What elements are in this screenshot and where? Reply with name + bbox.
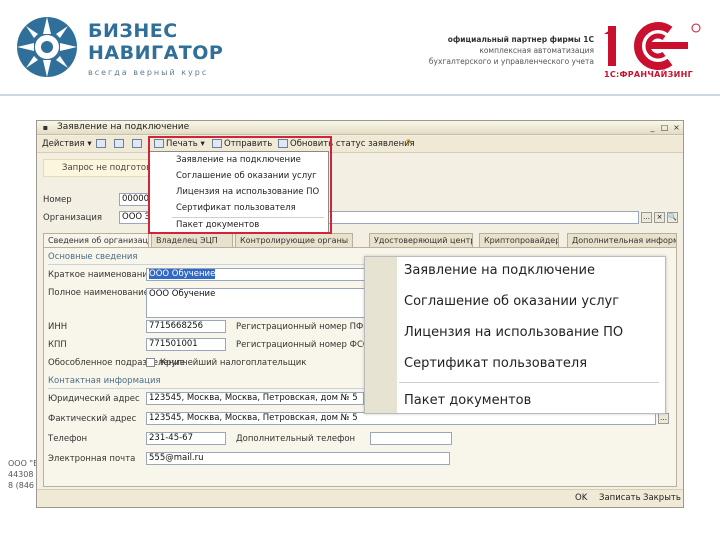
zoomed-menu-callout: Заявление на подключение Соглашение об о… [364,256,666,414]
extra-phone-field[interactable] [370,432,452,445]
logo-slogan: всегда верный курс [88,68,209,77]
organization-open-button[interactable]: 🔍 [667,212,678,223]
kpp-field[interactable]: 771501001 [146,338,226,351]
inn-label: ИНН [48,322,68,332]
tab-ecp-owner[interactable]: Владелец ЭЦП [151,233,233,247]
email-field[interactable]: 555@mail.ru [146,452,450,465]
highlight-frame [148,136,332,234]
logo-line-1: БИЗНЕС [88,20,178,42]
tab-crypto-provider[interactable]: Криптопровайдер [479,233,559,247]
window-button-bar: OK Записать Закрыть [37,489,683,507]
tab-certification-center[interactable]: Удостоверяющий центр [369,233,473,247]
pfr-number-label: Регистрационный номер ПФР [236,322,369,332]
toolbar: Действия ▾ Печать ▾ Отправить Обновить с… [37,136,683,153]
copy-icon[interactable] [111,138,129,151]
largest-taxpayer-checkbox[interactable] [146,358,155,367]
zoom-item-user-certificate[interactable]: Сертификат пользователя [404,356,587,371]
zoom-menu-separator [399,382,659,383]
footer-line-2: 44308 [8,470,34,479]
number-label: Номер [43,195,72,205]
footer-line-1: ООО "Б [8,459,39,468]
franchise-label: 1С:ФРАНЧАЙЗИНГ [604,70,694,79]
window-title: Заявление на подключение [57,122,190,132]
logo-line-2: НАВИГАТОР [88,42,224,64]
zoom-item-service-agreement[interactable]: Соглашение об оказании услуг [404,294,619,309]
tab-additional-info[interactable]: Дополнительная информация [567,233,677,247]
header-divider [0,94,720,96]
partner-line-2: комплексная автоматизация [479,46,594,55]
organization-label: Организация [43,213,102,223]
number-field[interactable]: 000000 [119,193,151,206]
phone-label: Телефон [48,434,88,444]
organization-clear-button[interactable]: × [654,212,665,223]
legal-address-field[interactable]: 123545, Москва, Москва, Петровская, дом … [146,392,364,405]
refresh-icon[interactable] [129,138,147,151]
phone-field[interactable]: 231-45-67 [146,432,226,445]
extra-phone-label: Дополнительный телефон [236,434,356,444]
save-button[interactable]: Записать [599,493,641,503]
short-name-label: Краткое наименование [48,270,154,280]
window-menu-icon[interactable]: ▪ [41,123,50,132]
full-name-field[interactable]: ООО Обучение [146,288,366,318]
company-footer: ООО "Б 44308 8 (846 [8,458,39,491]
fss-number-label: Регистрационный номер ФСС [236,340,369,350]
short-name-field[interactable]: ООО Обучение [146,268,366,281]
close-button[interactable]: Закрыть [643,493,681,503]
zoom-item-application[interactable]: Заявление на подключение [404,263,595,278]
partner-info: официальный партнер фирмы 1С комплексная… [404,34,594,67]
actions-menu-button[interactable]: Действия ▾ [39,138,95,151]
kpp-label: КПП [48,340,67,350]
organization-select-button[interactable]: … [641,212,652,223]
help-button[interactable]: ? [403,138,414,151]
legal-address-label: Юридический адрес [48,394,140,404]
tab-bar: Сведения об организации Владелец ЭЦП Кон… [43,233,677,247]
actual-address-label: Фактический адрес [48,414,137,424]
minimize-icon[interactable]: _ [648,123,657,132]
full-name-label: Полное наименование [48,288,149,298]
menu-icon-strip [365,257,397,413]
tab-regulators[interactable]: Контролирующие органы [235,233,353,247]
compass-logo-icon [17,17,77,77]
maximize-icon[interactable]: □ [660,123,669,132]
zoom-item-license[interactable]: Лицензия на использование ПО [404,325,623,340]
email-label: Электронная почта [48,454,136,464]
onec-logo-icon [604,22,701,70]
footer-line-3: 8 (846 [8,481,35,490]
zoom-item-document-package[interactable]: Пакет документов [404,393,531,408]
header-banner: БИЗНЕС НАВИГАТОР всегда верный курс офиц… [0,0,720,94]
partner-line-3: бухгалтерского и управленческого учета [428,57,594,66]
inn-field[interactable]: 7715668256 [146,320,226,333]
ok-button[interactable]: OK [575,493,587,503]
partner-line-1: официальный партнер фирмы 1С [447,35,594,44]
tab-organization-info[interactable]: Сведения об организации [43,233,149,247]
short-name-value: ООО Обучение [149,269,216,279]
actual-address-select-button[interactable]: … [658,413,669,424]
basic-info-section: Основные сведения [48,252,138,262]
contacts-section: Контактная информация [48,376,161,386]
edit-icon[interactable] [93,138,111,151]
largest-taxpayer-label: Крупнейший налогоплательщик [160,358,307,368]
close-icon[interactable]: × [672,123,681,132]
window-titlebar: ▪ Заявление на подключение _ □ × [37,121,683,135]
